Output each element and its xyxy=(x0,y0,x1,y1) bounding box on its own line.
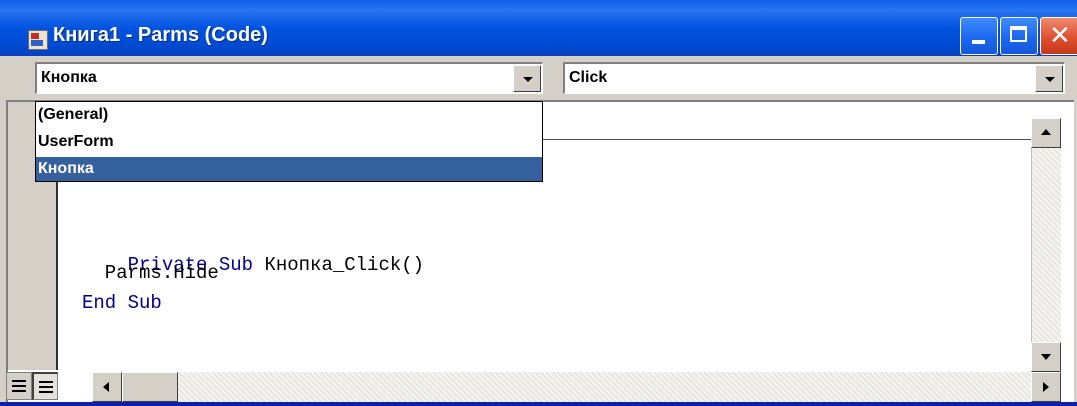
object-dropdown-list[interactable]: (General) UserForm Кнопка xyxy=(35,101,543,182)
horizontal-scroll-thumb[interactable] xyxy=(122,372,178,402)
full-module-view-button[interactable] xyxy=(32,372,58,400)
procedure-view-button[interactable] xyxy=(6,372,32,400)
horizontal-scrollbar[interactable] xyxy=(122,372,1031,402)
full-module-view-icon xyxy=(39,381,53,393)
window-title: Книга1 - Parms (Code) xyxy=(53,24,268,46)
close-button[interactable]: ✕ xyxy=(1040,17,1077,55)
workbook-icon[interactable] xyxy=(28,30,48,50)
dropdown-item-userform[interactable]: UserForm xyxy=(36,130,542,154)
procedure-separator xyxy=(543,139,1031,140)
code-line-3[interactable]: End Sub xyxy=(82,292,162,314)
maximize-icon xyxy=(1010,26,1027,42)
minimize-button[interactable] xyxy=(960,17,998,55)
procedure-combo[interactable]: Click xyxy=(563,62,1065,94)
code-procedure-name: Кнопка_Click() xyxy=(264,254,425,276)
maximize-button[interactable] xyxy=(1000,17,1038,55)
scroll-up-button[interactable] xyxy=(1031,118,1061,148)
procedure-combo-arrow-icon[interactable] xyxy=(1035,65,1063,92)
object-combo-value: Кнопка xyxy=(41,69,97,86)
scroll-right-button[interactable] xyxy=(1031,372,1061,402)
window-bottom-border xyxy=(0,402,1077,406)
scroll-left-button[interactable] xyxy=(92,372,122,402)
procedure-view-icon xyxy=(12,380,26,392)
title-bar[interactable]: Книга1 - Parms (Code) ✕ xyxy=(0,0,1077,56)
code-line-2[interactable]: Parms.Hide xyxy=(82,262,219,284)
object-combo[interactable]: Кнопка xyxy=(35,62,543,94)
code-window: Книга1 - Parms (Code) ✕ Кнопка Click Pri… xyxy=(0,0,1077,406)
dropdown-item-knopka[interactable]: Кнопка xyxy=(36,157,542,181)
scroll-down-button[interactable] xyxy=(1031,342,1061,372)
minimize-icon xyxy=(972,40,985,44)
vertical-scrollbar[interactable] xyxy=(1031,118,1061,372)
procedure-combo-value: Click xyxy=(569,69,608,86)
close-icon: ✕ xyxy=(1049,21,1071,51)
object-combo-arrow-icon[interactable] xyxy=(513,65,541,92)
dropdown-item-general[interactable]: (General) xyxy=(36,103,542,127)
